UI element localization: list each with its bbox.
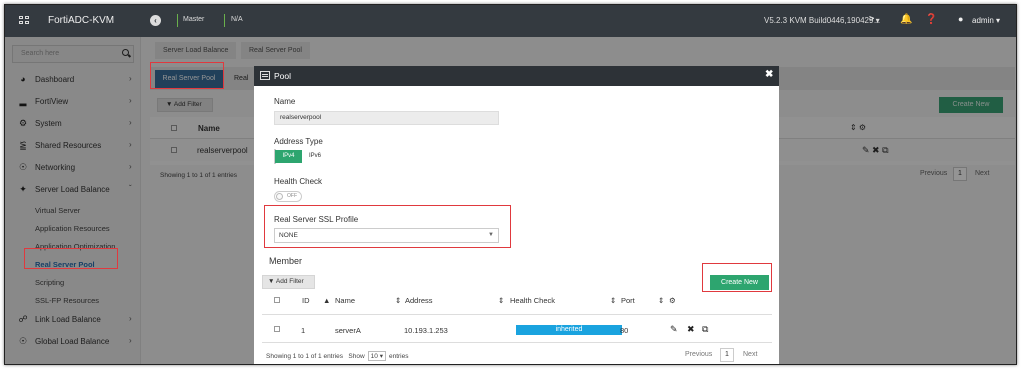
column-health-check[interactable]: Health Check [510,296,555,305]
toggle-text: OFF [287,193,297,199]
member-heading: Member [269,256,303,266]
version-menu[interactable]: V5.2.3 KVM Build0446,190429 ▾ [764,16,880,25]
member-add-filter-button[interactable]: ▼ Add Filter [262,275,315,289]
row-name: serverA [335,326,361,335]
na-label: N/A [231,16,243,23]
bell-icon[interactable]: 🔔 [900,14,912,25]
delete-icon[interactable]: ✖ [687,324,695,335]
master-label: Master [183,16,205,23]
row-port: 80 [620,326,629,335]
top-bar: FortiADC-KVM ‹ Master N/A V5.2.3 KVM Bui… [5,5,1016,37]
sort-icon[interactable]: ⇕ [610,296,616,305]
row-rule [262,342,772,343]
previous-button[interactable]: Previous [685,351,712,358]
member-showing: Showing 1 to 1 of 1 entries Show 10 ▾ entr… [266,351,408,361]
address-type-label: Address Type [274,137,323,146]
health-check-label: Health Check [274,177,323,186]
user-icon: ● [958,14,964,24]
grid-icon[interactable] [19,16,30,26]
select-all-checkbox[interactable] [274,297,280,303]
sort-icon[interactable]: ⇕ [395,296,401,305]
gear-icon[interactable]: ⚙ [669,296,676,305]
dialog-header: Pool ✖ [254,66,779,86]
column-port[interactable]: Port [621,296,635,305]
name-field[interactable]: realserverpool [274,111,499,125]
address-type-toggle: IPv4 IPv6 [274,149,328,164]
highlight-box-ssl-profile [264,205,511,248]
page-1-button[interactable]: 1 [720,348,734,362]
show-label: Show [348,353,365,360]
next-button[interactable]: Next [743,351,757,358]
sort-icon[interactable]: ▲ [323,296,330,305]
app-name: FortiADC-KVM [48,15,115,26]
page-size-select[interactable]: 10 ▾ [367,351,386,361]
highlight-box-create-new [702,263,772,292]
header-rule [262,314,772,315]
ipv6-option[interactable]: IPv6 [302,150,328,163]
sort-icon[interactable]: ⇕ [498,296,504,305]
column-id[interactable]: ID [302,296,310,305]
sort-icon[interactable]: ⇕ [658,296,664,305]
close-icon[interactable]: ✖ [765,69,773,80]
name-label: Name [274,97,296,106]
separator [224,14,225,27]
toggle-knob [276,193,283,200]
health-check-toggle[interactable]: OFF [274,191,302,202]
row-checkbox[interactable] [274,326,280,332]
add-filter-label: Add Filter [275,278,304,285]
entries-label: entries [388,353,409,360]
row-health-check-badge: inherited [516,325,622,335]
clone-icon[interactable]: ⧉ [702,324,708,335]
admin-menu[interactable]: admin ▾ [972,16,1000,25]
help-icon[interactable]: ❓ [925,14,937,25]
terminal-icon[interactable]: >_ [869,14,880,24]
row-id: 1 [301,326,306,335]
app-window: FortiADC-KVM ‹ Master N/A V5.2.3 KVM Bui… [4,4,1017,365]
column-name[interactable]: Name [335,296,355,305]
ipv4-option[interactable]: IPv4 [275,150,302,163]
showing-entries: Showing 1 to 1 of 1 entries [266,353,343,360]
back-icon[interactable]: ‹ [150,15,161,26]
edit-icon[interactable]: ✎ [670,324,678,335]
column-address[interactable]: Address [405,296,433,305]
highlight-box-sidebar [24,248,118,269]
dialog-title: Pool [274,71,292,81]
highlight-box-tab [150,62,224,89]
list-icon [260,71,270,80]
row-address: 10.193.1.253 [404,326,448,335]
separator [177,14,178,27]
